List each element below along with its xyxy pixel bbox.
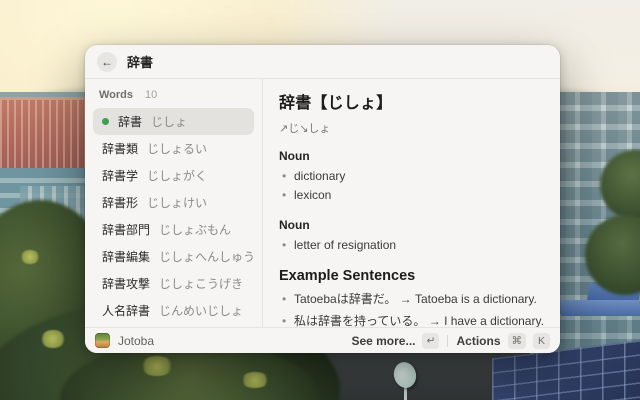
example-sentence-list: Tatoebaは辞書だ。 → Tatoeba is a dictionary. … (279, 288, 544, 327)
back-button[interactable]: ← (97, 52, 117, 72)
word-kanji: 辞書 (118, 113, 142, 130)
word-reading: じしょぶもん (159, 221, 231, 238)
pitch-accent: ↗じ↘しょ (279, 120, 544, 136)
definition-list: letter of resignation (279, 236, 544, 255)
word-list-item[interactable]: 辞書部門 じしょぶもん (93, 216, 254, 243)
word-kanji: 辞書学 (102, 167, 138, 184)
footer-divider (447, 335, 448, 347)
wallpaper-foliage-highlight (20, 250, 40, 264)
word-detail-panel: 辞書【じしょ】 ↗じ↘しょ Noun dictionary lexicon No… (262, 79, 560, 327)
detail-title: 辞書【じしょ】 (279, 89, 544, 113)
part-of-speech-heading: Noun (279, 218, 544, 232)
k-key-icon: K (533, 333, 550, 349)
word-kanji: 辞書攻撃 (102, 275, 150, 292)
word-kanji: 辞書形 (102, 194, 138, 211)
jotoba-app-icon (95, 333, 110, 348)
word-list-panel: Words 10 辞書 じしょ 辞書類 じしょるい 辞書学 じしょがく 辞書形 … (85, 79, 262, 327)
word-kanji: 辞書部門 (102, 221, 150, 238)
section-label: Words (99, 89, 133, 101)
word-list-item[interactable]: 辞書学 じしょがく (93, 162, 254, 189)
window-body: Words 10 辞書 じしょ 辞書類 じしょるい 辞書学 じしょがく 辞書形 … (85, 79, 560, 327)
word-list-item[interactable]: 辞書類 じしょるい (93, 135, 254, 162)
see-more-label: See more... (351, 334, 415, 348)
example-sentences-heading: Example Sentences (279, 268, 544, 284)
wallpaper-foliage-highlight (40, 330, 66, 348)
actions-label: Actions (456, 334, 500, 348)
word-list-item[interactable]: 人名辞書 じんめいじしょ (93, 297, 254, 324)
page-title: 辞書 (127, 52, 153, 71)
example-sentence: 私は辞書を持っている。 → I have a dictionary. (279, 310, 544, 327)
word-reading: じしょへんしゅう (159, 248, 255, 265)
word-kanji: 人名辞書 (102, 302, 150, 319)
word-reading: じしょ (151, 113, 187, 130)
cmd-key-icon: ⌘ (508, 333, 527, 349)
dictionary-window: ← 辞書 Words 10 辞書 じしょ 辞書類 じしょるい 辞書学 じしょがく (85, 45, 560, 353)
word-reading: じしょるい (147, 140, 207, 157)
word-list-item[interactable]: 辞書形 じしょけい (93, 189, 254, 216)
window-header: ← 辞書 (85, 45, 560, 79)
word-kanji: 辞書編集 (102, 248, 150, 265)
back-arrow-icon: ← (101, 55, 113, 69)
wallpaper-foliage-highlight (140, 356, 174, 376)
window-footer: Jotoba See more... ↵ Actions ⌘ K (85, 327, 560, 353)
word-list-item[interactable]: 辞書 じしょ (93, 108, 254, 135)
enter-key-icon: ↵ (422, 333, 439, 349)
word-reading: じしょがく (147, 167, 207, 184)
part-of-speech-heading: Noun (279, 149, 544, 163)
word-reading: じんめいじしょ (159, 302, 243, 319)
selected-dot-icon (102, 118, 109, 125)
wallpaper-blue-roof (559, 300, 640, 316)
word-list-item[interactable]: 電子辞書 でんしじしょ (93, 324, 254, 327)
example-sentence: Tatoebaは辞書だ。 → Tatoeba is a dictionary. (279, 288, 544, 310)
word-list-header: Words 10 (93, 84, 254, 108)
word-reading: じしょこうげき (159, 275, 243, 292)
word-list-item[interactable]: 辞書編集 じしょへんしゅう (93, 243, 254, 270)
app-name: Jotoba (118, 334, 154, 348)
definition-list: dictionary lexicon (279, 167, 544, 205)
word-kanji: 辞書類 (102, 140, 138, 157)
word-reading: じしょけい (147, 194, 207, 211)
see-more-button[interactable]: See more... ↵ (351, 333, 439, 349)
definition-item: lexicon (279, 186, 544, 205)
actions-button[interactable]: Actions ⌘ K (456, 333, 550, 349)
definition-item: letter of resignation (279, 236, 544, 255)
wallpaper-foliage-highlight (240, 372, 270, 388)
word-list-item[interactable]: 辞書攻撃 じしょこうげき (93, 270, 254, 297)
word-count: 10 (145, 89, 157, 101)
definition-item: dictionary (279, 167, 544, 186)
